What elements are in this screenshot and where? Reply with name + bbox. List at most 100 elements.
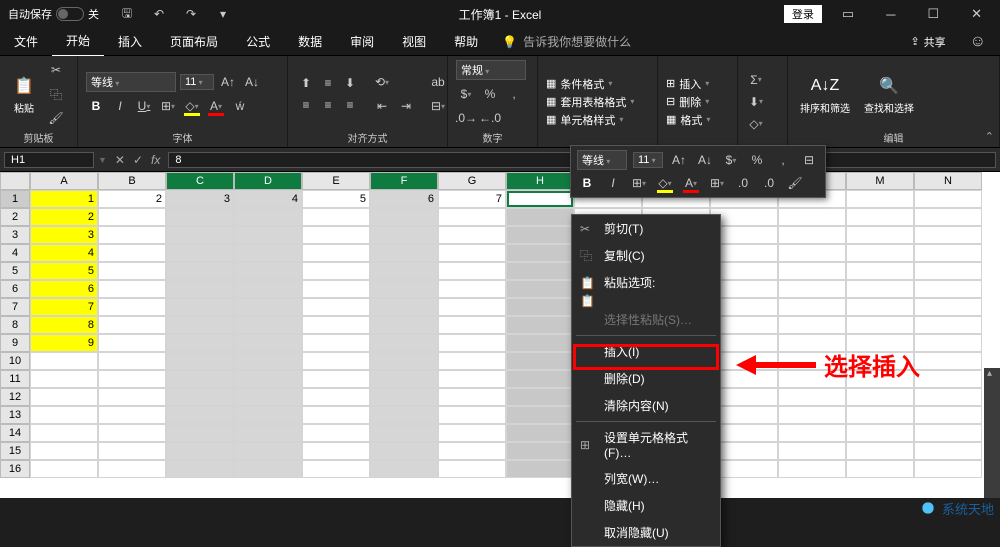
underline-button[interactable]: U	[134, 96, 154, 116]
tab-formulas[interactable]: 公式	[232, 28, 284, 56]
row-header[interactable]: 16	[0, 460, 30, 478]
merge-button[interactable]: ⊟	[428, 96, 448, 116]
cell[interactable]	[438, 208, 506, 226]
cell[interactable]	[234, 352, 302, 370]
comma-format-icon[interactable]: ,	[504, 84, 524, 104]
cell[interactable]	[98, 262, 166, 280]
cell[interactable]	[778, 226, 846, 244]
mini-bold-button[interactable]: B	[577, 173, 597, 193]
cell[interactable]	[506, 442, 574, 460]
cell[interactable]	[166, 334, 234, 352]
cell[interactable]	[846, 244, 914, 262]
cell[interactable]	[234, 226, 302, 244]
cell[interactable]	[778, 442, 846, 460]
cell[interactable]	[234, 334, 302, 352]
decrease-indent-icon[interactable]: ⇤	[372, 96, 392, 116]
mini-size-combo[interactable]: 11	[633, 152, 663, 168]
phonetic-icon[interactable]: ẃ	[230, 96, 250, 116]
increase-decimal-icon[interactable]: .0→	[456, 108, 476, 128]
cell[interactable]	[370, 424, 438, 442]
cell[interactable]	[98, 388, 166, 406]
cell[interactable]	[234, 460, 302, 478]
cell[interactable]: 7	[30, 298, 98, 316]
cell[interactable]	[166, 442, 234, 460]
mini-font-combo[interactable]: 等线	[577, 150, 627, 170]
mini-dec-inc-icon[interactable]: .0	[733, 173, 753, 193]
font-color-button[interactable]: A	[206, 96, 226, 116]
cell[interactable]	[234, 244, 302, 262]
cell[interactable]	[166, 460, 234, 478]
cell[interactable]	[846, 316, 914, 334]
border-button[interactable]: ⊞	[158, 96, 178, 116]
cell[interactable]	[914, 208, 982, 226]
share-button[interactable]: ⇪ 共享	[900, 34, 955, 50]
cell[interactable]	[846, 460, 914, 478]
cell[interactable]	[370, 208, 438, 226]
cell[interactable]: 8	[30, 316, 98, 334]
row-header[interactable]: 8	[0, 316, 30, 334]
cell[interactable]	[846, 388, 914, 406]
col-header-b[interactable]: B	[98, 172, 166, 190]
cell[interactable]: 6	[30, 280, 98, 298]
tab-insert[interactable]: 插入	[104, 28, 156, 56]
cell[interactable]	[370, 460, 438, 478]
align-top-icon[interactable]: ⬆	[296, 73, 316, 93]
cell[interactable]	[506, 226, 574, 244]
italic-button[interactable]: I	[110, 96, 130, 116]
cell[interactable]	[166, 226, 234, 244]
cell[interactable]	[302, 460, 370, 478]
cell[interactable]	[234, 298, 302, 316]
cell[interactable]	[506, 190, 574, 208]
cell[interactable]	[438, 352, 506, 370]
row-header[interactable]: 4	[0, 244, 30, 262]
decrease-decimal-icon[interactable]: ←.0	[480, 108, 500, 128]
cut-icon[interactable]: ✂	[46, 60, 66, 80]
mini-percent-icon[interactable]: %	[747, 150, 767, 170]
cell[interactable]	[914, 406, 982, 424]
cell[interactable]: 5	[30, 262, 98, 280]
orientation-icon[interactable]: ⟲	[372, 72, 392, 92]
cell[interactable]	[846, 208, 914, 226]
mini-dec-dec-icon[interactable]: .0	[759, 173, 779, 193]
cell[interactable]: 3	[166, 190, 234, 208]
cell[interactable]	[98, 370, 166, 388]
maximize-icon[interactable]: ☐	[915, 6, 951, 22]
cell[interactable]: 7	[438, 190, 506, 208]
row-header[interactable]: 10	[0, 352, 30, 370]
cell[interactable]	[370, 442, 438, 460]
mini-decrease-font-icon[interactable]: A↓	[695, 150, 715, 170]
menu-col-width[interactable]: 列宽(W)…	[572, 465, 720, 492]
cell[interactable]	[166, 262, 234, 280]
cell[interactable]	[846, 280, 914, 298]
row-header[interactable]: 3	[0, 226, 30, 244]
increase-indent-icon[interactable]: ⇥	[396, 96, 416, 116]
cell[interactable]	[438, 388, 506, 406]
cell[interactable]: 4	[234, 190, 302, 208]
cancel-formula-icon[interactable]: ✕	[115, 153, 125, 167]
cell[interactable]	[370, 388, 438, 406]
select-all-corner[interactable]	[0, 172, 30, 190]
cell[interactable]	[778, 316, 846, 334]
cell[interactable]	[370, 280, 438, 298]
mini-accounting-icon[interactable]: $	[721, 150, 741, 170]
font-size-combo[interactable]: 11	[180, 74, 214, 90]
col-header-f[interactable]: F	[370, 172, 438, 190]
align-bottom-icon[interactable]: ⬇	[340, 73, 360, 93]
cell[interactable]	[30, 406, 98, 424]
cell[interactable]	[914, 442, 982, 460]
cell[interactable]	[438, 334, 506, 352]
ribbon-display-icon[interactable]: ▭	[830, 6, 866, 22]
cell[interactable]	[778, 460, 846, 478]
paste-button[interactable]: 📋 粘贴	[8, 72, 40, 117]
save-icon[interactable]: 🖫	[117, 4, 137, 24]
mini-format-painter-icon[interactable]: 🖌	[785, 173, 805, 193]
cell[interactable]	[98, 334, 166, 352]
menu-unhide[interactable]: 取消隐藏(U)	[572, 519, 720, 546]
tab-review[interactable]: 审阅	[336, 28, 388, 56]
cell[interactable]	[914, 280, 982, 298]
cell[interactable]: 2	[30, 208, 98, 226]
cell[interactable]	[914, 352, 982, 370]
col-header-e[interactable]: E	[302, 172, 370, 190]
cell[interactable]	[98, 460, 166, 478]
align-center-icon[interactable]: ≡	[318, 95, 338, 115]
